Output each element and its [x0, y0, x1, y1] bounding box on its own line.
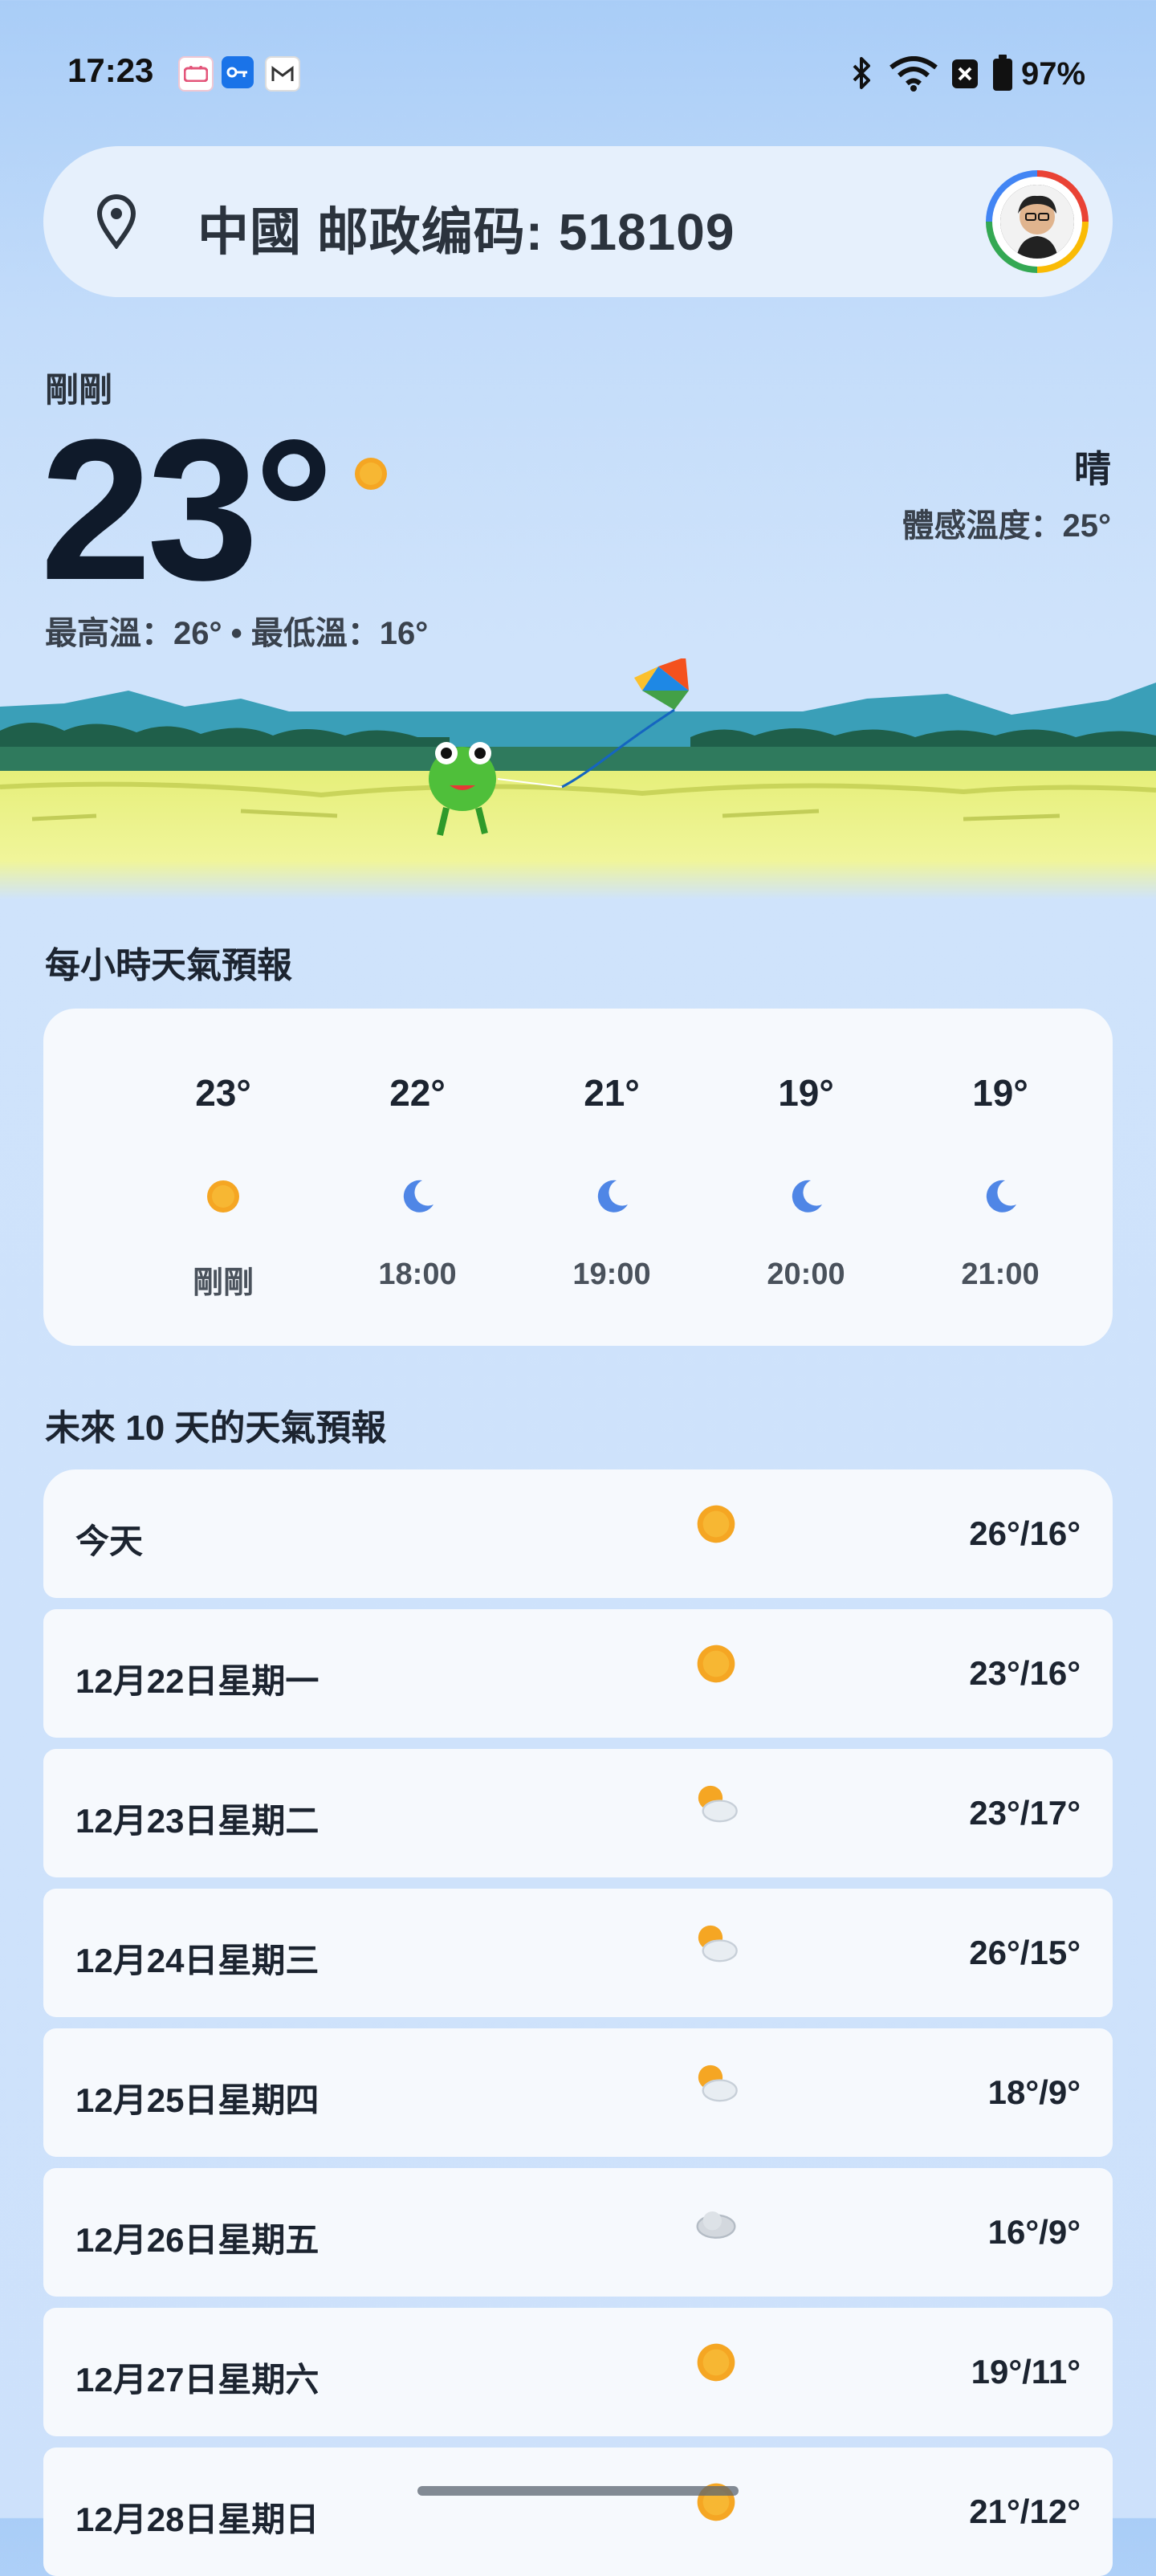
hourly-temp: 19° [778, 1072, 834, 1114]
hourly-time: 18:00 [378, 1257, 457, 1291]
hourly-temp: 21° [584, 1072, 640, 1114]
daily-date: 12月23日星期二 [75, 1802, 320, 1840]
hourly-item[interactable]: 22° 18:00 [345, 1009, 490, 1346]
bilibili-icon [178, 56, 214, 92]
daily-temp: 16°/9° [987, 2213, 1081, 2251]
high-low-temperature: 最高溫：26° • 最低溫：16° [45, 616, 429, 651]
bluetooth-icon [853, 57, 870, 89]
hourly-temp: 22° [389, 1072, 446, 1114]
hourly-time: 剛剛 [192, 1266, 254, 1300]
weather-condition: 晴 [1074, 448, 1111, 490]
moon-icon [986, 1180, 1016, 1213]
moon-icon [792, 1180, 822, 1213]
hourly-item[interactable]: 19° 21:00 [928, 1009, 1073, 1346]
hourly-forecast-title: 每小時天氣預報 [45, 946, 292, 985]
battery-icon [993, 55, 1012, 91]
location-search-bar[interactable]: 中國 邮政编码: 518109 [43, 146, 1113, 297]
location-pin-icon [96, 194, 136, 249]
gmail-icon [265, 56, 300, 92]
daily-date: 今天 [75, 1522, 144, 1560]
daily-row[interactable]: 今天 26°/16° [43, 1469, 1113, 1598]
sun-icon [207, 1180, 239, 1213]
daily-temp: 21°/12° [969, 2492, 1081, 2530]
daily-row[interactable]: 12月24日星期三 26°/15° [43, 1889, 1113, 2017]
sun-icon [697, 1645, 735, 1683]
cloud-icon [696, 2211, 736, 2239]
daily-temp: 26°/16° [969, 1514, 1081, 1552]
daily-forecast-title: 未來 10 天的天氣預報 [45, 1408, 387, 1448]
account-avatar[interactable] [986, 170, 1089, 273]
sun-icon [697, 1505, 735, 1543]
daily-row[interactable]: 12月27日星期六 19°/11° [43, 2308, 1113, 2436]
daily-date: 12月25日星期四 [75, 2081, 320, 2119]
partly-cloudy-icon [698, 1785, 738, 1823]
battery-saver-icon [952, 59, 978, 88]
sun-icon [697, 2343, 735, 2382]
daily-date: 12月28日星期日 [75, 2501, 320, 2538]
sun-icon [355, 458, 387, 490]
hourly-forecast-card[interactable]: 23° 剛剛 22° 18:00 21° 19:00 19° 20:00 19°… [43, 1009, 1113, 1346]
daily-row[interactable]: 12月23日星期二 23°/17° [43, 1749, 1113, 1877]
hourly-temp: 23° [195, 1072, 251, 1114]
hourly-item[interactable]: 23° 剛剛 [151, 1009, 295, 1346]
daily-temp: 19°/11° [971, 2353, 1081, 2391]
current-temperature: 23° [40, 397, 334, 622]
daily-temp: 26°/15° [969, 1934, 1081, 1971]
wifi-icon [889, 56, 938, 92]
daily-date: 12月26日星期五 [75, 2221, 320, 2259]
daily-date: 12月24日星期三 [75, 1942, 320, 1979]
hourly-time: 20:00 [767, 1257, 845, 1291]
moon-icon [597, 1180, 628, 1213]
battery-percentage: 97% [1021, 56, 1086, 92]
location-text[interactable]: 中國 邮政编码: 518109 [197, 191, 735, 265]
daily-row[interactable]: 12月26日星期五 16°/9° [43, 2168, 1113, 2297]
hourly-item[interactable]: 19° 20:00 [734, 1009, 878, 1346]
status-bar: 17:23 97% [0, 0, 1156, 92]
moon-icon [403, 1180, 434, 1213]
hourly-time: 19:00 [572, 1257, 651, 1291]
daily-row[interactable]: 12月25日星期四 18°/9° [43, 2028, 1113, 2157]
daily-date: 12月27日星期六 [75, 2361, 320, 2399]
hourly-temp: 19° [972, 1072, 1028, 1114]
home-indicator[interactable] [417, 2486, 739, 2496]
hourly-time: 21:00 [961, 1257, 1040, 1291]
partly-cloudy-icon [698, 2064, 738, 2102]
key-icon [222, 56, 254, 88]
partly-cloudy-icon [698, 1925, 738, 1963]
daily-row[interactable]: 12月28日星期日 21°/12° [43, 2448, 1113, 2576]
daily-temp: 18°/9° [987, 2073, 1081, 2111]
daily-temp: 23°/16° [969, 1654, 1081, 1692]
avatar-image [1000, 185, 1074, 259]
status-time: 17:23 [67, 51, 154, 89]
daily-date: 12月22日星期一 [75, 1662, 320, 1700]
weather-scene-illustration [0, 658, 1156, 899]
hourly-item[interactable]: 21° 19:00 [539, 1009, 684, 1346]
daily-row[interactable]: 12月22日星期一 23°/16° [43, 1609, 1113, 1738]
feels-like-temperature: 體感溫度：25° [902, 508, 1112, 544]
daily-temp: 23°/17° [969, 1794, 1081, 1832]
